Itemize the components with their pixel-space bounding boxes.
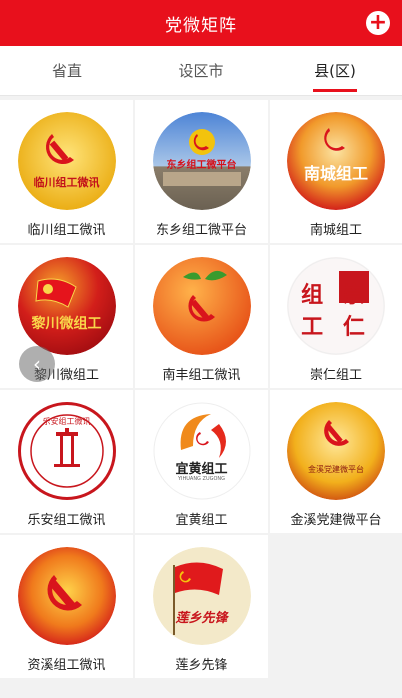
top-bar: 党微矩阵 + [0,0,402,46]
account-name: 宜黄组工 [175,513,228,528]
account-name: 临川组工微讯 [27,223,106,238]
account-name: 资溪组工微讯 [27,658,106,673]
logo-text: 组 崇 [301,283,371,308]
party-flag-logo: 黎川微组工 [17,257,116,355]
add-icon[interactable]: + [366,11,390,35]
logo-text: 工 仁 [301,315,371,340]
logo-text: 莲乡先锋 [175,611,228,626]
account-name: 崇仁组工 [309,368,362,383]
tangerine-emblem-logo [152,257,251,355]
account-card-lianxiang[interactable]: 莲乡先锋 莲乡先锋 [135,535,268,678]
party-emblem-logo: 临川组工微讯 [17,112,116,210]
account-name: 乐安组工微讯 [27,513,106,528]
chevron-left-icon[interactable]: ‹ [19,346,55,382]
account-card-nancheng[interactable]: 南城组工 南城组工 [270,100,402,243]
flag-calligraphy-logo: 莲乡先锋 [152,547,251,645]
account-name: 莲乡先锋 [175,658,228,673]
logo-text: 宜黄组工 [175,462,228,477]
calligraphy-logo: 组 崇 工 仁 [287,257,385,355]
account-card-zixi[interactable]: 资溪组工微讯 [0,535,133,678]
tab-provincial[interactable]: 省直 [0,46,134,95]
account-name: 南丰组工微讯 [162,368,241,383]
logo-text: 乐安组工微讯 [42,417,91,426]
logo-text: 临川组工微讯 [33,176,100,189]
seal-logo: 乐安组工微讯 [17,402,116,500]
tab-cities[interactable]: 设区市 [134,46,268,95]
logo-text: 金溪党建微平台 [308,465,364,474]
swirl-emblem-logo: 宜黄组工 YIHUANG ZUGONG [152,402,251,500]
account-card-linchuan[interactable]: 临川组工微讯 临川组工微讯 [0,100,133,243]
page-title: 党微矩阵 [165,15,237,36]
party-emblem-building-logo: 东乡组工微平台 [152,112,251,210]
logo-text: 南城组工 [303,164,368,183]
account-grid: 临川组工微讯 临川组工微讯 东乡组工微平台 东乡组工微平台 南城组工 南城组工 … [0,100,402,678]
logo-text: 黎川微组工 [31,316,102,332]
account-name: 南城组工 [309,223,362,238]
account-card-yihuang[interactable]: 宜黄组工 YIHUANG ZUGONG 宜黄组工 [135,390,268,533]
party-emblem-logo: 金溪党建微平台 [287,402,385,500]
logo-text: 东乡组工微平台 [166,160,237,171]
account-name: 东乡组工微平台 [155,223,247,238]
account-name: 金溪党建微平台 [290,513,382,528]
tab-bar: 省直 设区市 县(区) [0,46,402,96]
tab-counties[interactable]: 县(区) [268,46,402,95]
account-card-nanfeng[interactable]: 南丰组工微讯 [135,245,268,388]
logo-subtext: YIHUANG ZUGONG [177,476,226,482]
account-card-chongren[interactable]: 组 崇 工 仁 崇仁组工 [270,245,402,388]
account-card-dongxiang[interactable]: 东乡组工微平台 东乡组工微平台 [135,100,268,243]
account-card-jinxi[interactable]: 金溪党建微平台 金溪党建微平台 [270,390,402,533]
party-emblem-logo [17,547,116,645]
party-emblem-logo: 南城组工 [287,112,385,210]
account-card-lean[interactable]: 乐安组工微讯 乐安组工微讯 [0,390,133,533]
